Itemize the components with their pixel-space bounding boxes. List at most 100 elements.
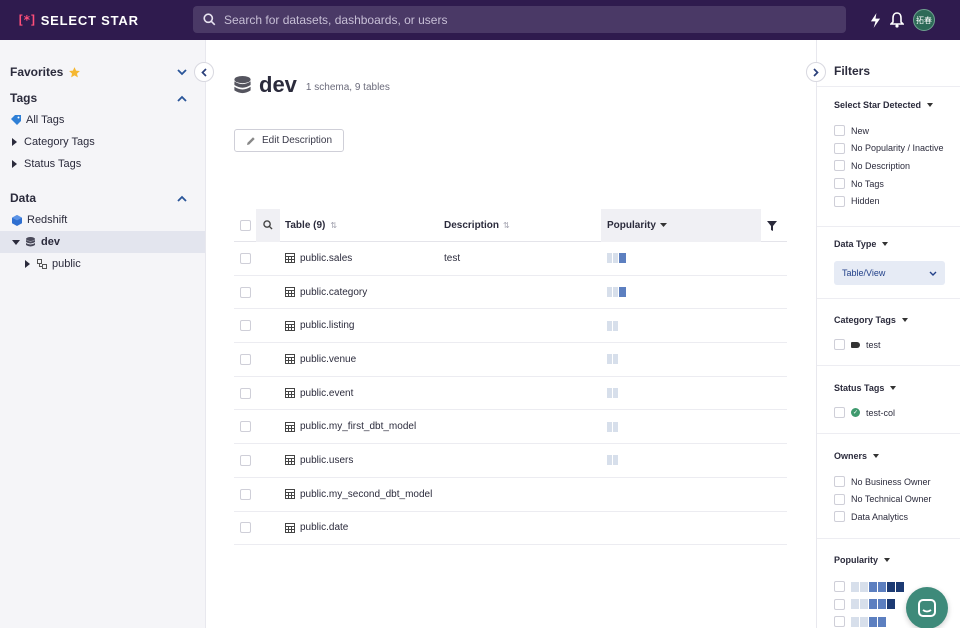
global-search[interactable] [193, 6, 846, 33]
option-checkbox[interactable] [834, 616, 845, 628]
filter-group-title[interactable]: Select Star Detected [834, 100, 959, 110]
filter-option[interactable]: Hidden [834, 192, 959, 210]
table-name-link[interactable]: public.listing [300, 320, 354, 331]
data-type-select[interactable]: Table/View [834, 261, 945, 285]
option-checkbox[interactable] [834, 511, 845, 523]
lightning-icon[interactable] [870, 12, 881, 28]
popularity-bar [613, 320, 618, 331]
collapse-sidebar-button[interactable] [194, 62, 214, 82]
edit-description-button[interactable]: Edit Description [234, 129, 345, 152]
filter-title-text: Status Tags [834, 383, 885, 393]
filter-group-title[interactable]: Status Tags [834, 383, 959, 393]
user-avatar[interactable]: 拓春 [913, 9, 935, 31]
filter-group-title[interactable]: Owners [834, 451, 959, 461]
option-checkbox[interactable] [834, 178, 845, 190]
bell-icon[interactable] [890, 12, 904, 28]
filter-option[interactable]: No Popularity / Inactive [834, 140, 959, 158]
chat-support-button[interactable] [906, 587, 948, 628]
option-checkbox[interactable] [834, 581, 845, 593]
filter-button[interactable] [767, 220, 777, 234]
table-name-link[interactable]: public.category [300, 287, 367, 298]
option-label: No Tags [851, 178, 884, 189]
table-header: Table (9) ⇅ Description ⇅ Popularity [234, 208, 787, 242]
filter-group-title[interactable]: Data Type [834, 239, 959, 249]
caret-right-icon[interactable] [25, 260, 30, 268]
edit-description-label: Edit Description [262, 135, 333, 146]
tag-icon [11, 115, 21, 125]
filter-option[interactable]: No Technical Owner [834, 491, 959, 509]
filter-option[interactable]: New [834, 122, 959, 140]
popularity-bars [607, 354, 761, 365]
option-checkbox[interactable] [834, 142, 845, 154]
sidebar-item-dev[interactable]: dev [0, 231, 205, 253]
sort-desc-icon [659, 223, 667, 227]
caret-right-icon[interactable] [12, 138, 17, 146]
option-checkbox[interactable] [834, 339, 845, 351]
row-checkbox[interactable] [240, 488, 251, 500]
caret-right-icon[interactable] [12, 160, 17, 168]
row-checkbox[interactable] [240, 421, 251, 433]
caret-down-icon[interactable] [12, 239, 20, 245]
table-name-link[interactable]: public.event [300, 388, 353, 399]
option-checkbox[interactable] [834, 476, 845, 488]
table-row[interactable]: public.users [234, 444, 787, 478]
filters-panel: Filters Select Star Detected New No Popul… [806, 40, 960, 628]
table-row[interactable]: public.date [234, 512, 787, 546]
table-row[interactable]: public.listing [234, 309, 787, 344]
row-checkbox[interactable] [240, 252, 251, 264]
row-checkbox[interactable] [240, 522, 251, 534]
option-checkbox[interactable] [834, 160, 845, 172]
filter-option[interactable]: test [834, 336, 959, 354]
option-checkbox[interactable] [834, 493, 845, 505]
table-name-link[interactable]: public.date [300, 522, 348, 533]
sidebar-item-category-tags[interactable]: Category Tags [0, 131, 205, 153]
row-checkbox[interactable] [240, 387, 251, 399]
table-row[interactable]: public.category [234, 276, 787, 310]
table-name-link[interactable]: public.sales [300, 253, 352, 264]
table-row[interactable]: public.my_second_dbt_model [234, 478, 787, 512]
filter-group-title[interactable]: Category Tags [834, 315, 959, 325]
filter-option[interactable]: ✓ test-col [834, 404, 959, 422]
table-name-link[interactable]: public.venue [300, 354, 356, 365]
option-checkbox[interactable] [834, 125, 845, 137]
option-checkbox[interactable] [834, 407, 845, 419]
sidebar-item-all-tags[interactable]: All Tags [0, 109, 205, 131]
app-logo[interactable]: [*] SELECT STAR [17, 13, 193, 28]
chevron-up-icon[interactable] [177, 195, 187, 202]
sidebar-item-public[interactable]: public [0, 253, 205, 275]
expand-filters-button[interactable] [806, 62, 826, 82]
filter-group-title[interactable]: Popularity [834, 555, 959, 565]
table-row[interactable]: public.venue [234, 343, 787, 377]
table-name-link[interactable]: public.my_first_dbt_model [300, 421, 416, 432]
tags-section[interactable]: Tags [0, 87, 205, 109]
data-section[interactable]: Data [0, 187, 205, 209]
table-name-link[interactable]: public.users [300, 455, 353, 466]
popularity-bar [619, 287, 626, 298]
filter-option[interactable]: No Description [834, 157, 959, 175]
table-search-button[interactable] [256, 208, 280, 242]
search-input[interactable] [224, 12, 824, 27]
filter-option[interactable]: Data Analytics [834, 508, 959, 526]
column-header-description[interactable]: Description ⇅ [444, 220, 601, 231]
row-checkbox[interactable] [240, 286, 251, 298]
chevron-down-icon[interactable] [177, 68, 187, 76]
table-row[interactable]: public.sales test [234, 242, 787, 276]
option-checkbox[interactable] [834, 598, 845, 610]
row-checkbox[interactable] [240, 454, 251, 466]
option-checkbox[interactable] [834, 195, 845, 207]
chevron-up-icon[interactable] [177, 95, 187, 102]
table-row[interactable]: public.event [234, 377, 787, 411]
favorites-section[interactable]: Favorites [0, 61, 205, 83]
row-checkbox[interactable] [240, 320, 251, 332]
row-select-cell [234, 387, 256, 399]
filter-option[interactable]: No Tags [834, 175, 959, 193]
table-row[interactable]: public.my_first_dbt_model [234, 410, 787, 445]
select-all-checkbox[interactable] [240, 219, 251, 231]
table-name-link[interactable]: public.my_second_dbt_model [300, 489, 432, 500]
column-header-table[interactable]: Table (9) ⇅ [280, 220, 444, 231]
sidebar-item-status-tags[interactable]: Status Tags [0, 153, 205, 175]
filter-option[interactable]: No Business Owner [834, 473, 959, 491]
column-header-popularity[interactable]: Popularity [601, 208, 761, 242]
row-checkbox[interactable] [240, 353, 251, 365]
sidebar-item-redshift[interactable]: Redshift [0, 209, 205, 231]
